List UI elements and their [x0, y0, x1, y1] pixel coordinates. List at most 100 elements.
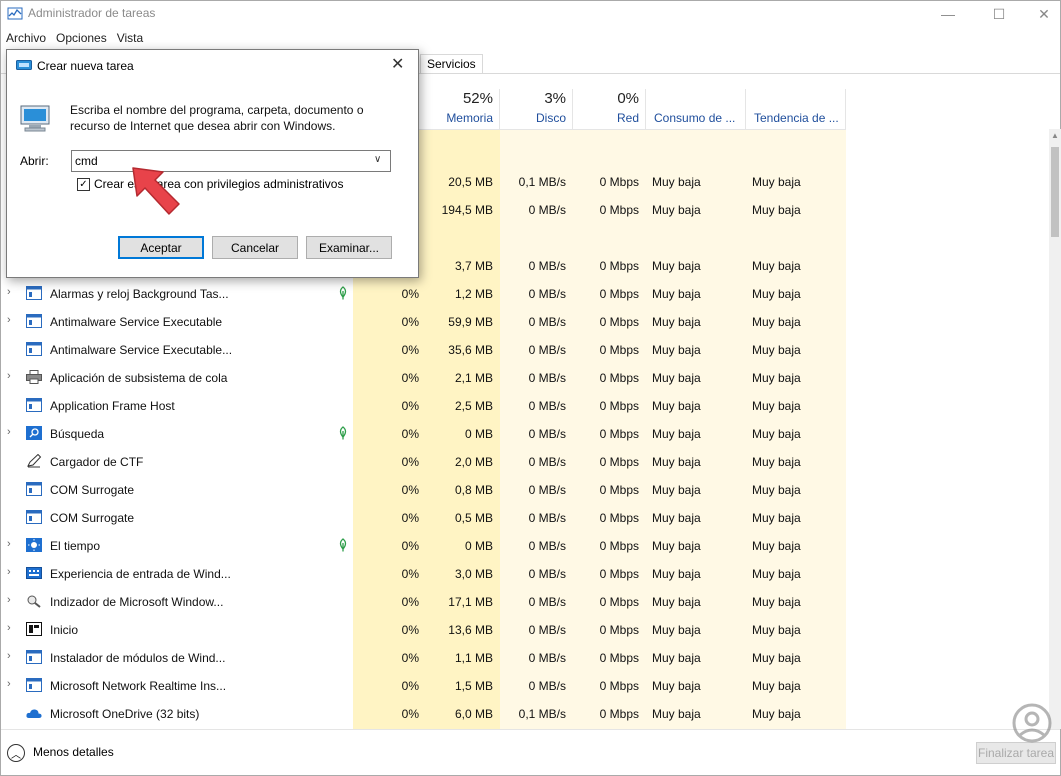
expand-chevron-icon[interactable]: › — [7, 678, 17, 692]
power-cell: Muy baja — [652, 427, 701, 441]
table-row[interactable]: › Instalador de módulos de Wind... 0% 1,1 M… — [1, 643, 846, 671]
network-cell: 0 Mbps — [599, 315, 639, 329]
cpu-cell: 0% — [401, 679, 419, 693]
process-name: El tiempo — [50, 539, 101, 553]
expand-chevron-icon[interactable]: › — [7, 286, 17, 300]
network-percent: 0% — [617, 90, 639, 107]
app-icon — [26, 650, 42, 664]
menu-archivo[interactable]: Archivo — [1, 29, 51, 49]
disk-cell: 0 MB/s — [528, 567, 566, 581]
table-row[interactable]: › El tiempo 0% 0 MB 0 MB/s 0 Mbps Muy baja Muy … — [1, 531, 846, 559]
expand-chevron-icon[interactable]: › — [7, 370, 17, 384]
table-row[interactable]: › Aplicación de subsistema de cola 0% 2,1 M… — [1, 363, 846, 391]
table-row[interactable]: › Alarmas y reloj Background Tas... 0% 1,2 … — [1, 279, 846, 307]
disk-column-header[interactable]: 3% Disco — [500, 89, 573, 129]
trend-cell: Muy baja — [752, 483, 801, 497]
chevron-up-icon[interactable]: ︿ — [7, 744, 25, 762]
expand-chevron-icon[interactable]: › — [7, 622, 17, 636]
network-cell: 0 Mbps — [599, 707, 639, 721]
cpu-cell: 0% — [401, 455, 419, 469]
printer-icon — [26, 370, 42, 384]
chevron-down-icon[interactable]: ∨ — [374, 154, 381, 165]
process-name: Experiencia de entrada de Wind... — [50, 567, 231, 581]
dialog-close-icon[interactable]: ✕ — [391, 54, 404, 74]
window-title: Administrador de tareas — [28, 6, 156, 20]
disk-cell: 0 MB/s — [528, 343, 566, 357]
power-cell: Muy baja — [652, 259, 701, 273]
scroll-thumb[interactable] — [1051, 147, 1059, 237]
cancel-button[interactable]: Cancelar — [212, 236, 298, 259]
expand-chevron-icon[interactable]: › — [7, 650, 17, 664]
table-row[interactable]: COM Surrogate 0% 0,8 MB 0 MB/s 0 Mbps Muy baj… — [1, 475, 846, 503]
memory-cell: 0 MB — [464, 427, 493, 441]
table-row[interactable]: › Búsqueda 0% 0 MB 0 MB/s 0 Mbps Muy baja Muy b… — [1, 419, 846, 447]
app-icon — [26, 342, 42, 356]
trend-column-header[interactable]: Tendencia de ... — [746, 89, 846, 129]
network-cell: 0 Mbps — [599, 539, 639, 553]
disk-cell: 0 MB/s — [528, 483, 566, 497]
app-icon — [26, 678, 42, 692]
memory-cell: 6,0 MB — [454, 707, 493, 721]
table-row[interactable]: › Inicio 0% 13,6 MB 0 MB/s 0 Mbps Muy baja Muy … — [1, 615, 846, 643]
minimize-button[interactable]: — — [925, 1, 971, 27]
memory-cell: 59,9 MB — [448, 315, 493, 329]
open-input[interactable] — [75, 153, 365, 169]
power-column-header[interactable]: Consumo de ... — [646, 89, 746, 129]
tab-servicios[interactable]: Servicios — [420, 54, 483, 74]
table-row[interactable]: › Indizador de Microsoft Window... 0% 17,1 … — [1, 587, 846, 615]
power-cell: Muy baja — [652, 371, 701, 385]
table-row[interactable]: › Microsoft Network Realtime Ins... 0% 1,5 … — [1, 671, 846, 699]
open-label: Abrir: — [20, 154, 49, 168]
trend-cell: Muy baja — [752, 567, 801, 581]
trend-cell: Muy baja — [752, 707, 801, 721]
expand-chevron-icon[interactable]: › — [7, 566, 17, 580]
pen-icon — [26, 453, 42, 468]
disk-cell: 0 MB/s — [528, 455, 566, 469]
network-cell: 0 Mbps — [599, 567, 639, 581]
menu-vista[interactable]: Vista — [112, 29, 148, 49]
network-column-header[interactable]: 0% Red — [573, 89, 646, 129]
network-cell: 0 Mbps — [599, 175, 639, 189]
table-row[interactable]: › Antimalware Service Executable 0% 59,9 MB… — [1, 307, 846, 335]
scroll-up-icon[interactable]: ▲ — [1051, 131, 1059, 140]
less-details-link[interactable]: Menos detalles — [33, 745, 114, 759]
disk-cell: 0 MB/s — [528, 539, 566, 553]
disk-cell: 0 MB/s — [528, 287, 566, 301]
expand-chevron-icon[interactable]: › — [7, 538, 17, 552]
expand-chevron-icon[interactable]: › — [7, 314, 17, 328]
browse-button[interactable]: Examinar... — [306, 236, 392, 259]
expand-chevron-icon[interactable]: › — [7, 594, 17, 608]
table-row[interactable]: Antimalware Service Executable... 0% 35,6 … — [1, 335, 846, 363]
maximize-button[interactable]: ☐ — [976, 1, 1022, 27]
disk-cell: 0 MB/s — [528, 399, 566, 413]
memory-column-header[interactable]: 52% Memoria — [427, 89, 500, 129]
admin-checkbox[interactable]: ✓ — [77, 178, 90, 191]
cpu-cell: 0% — [401, 343, 419, 357]
network-cell: 0 Mbps — [599, 595, 639, 609]
power-cell: Muy baja — [652, 483, 701, 497]
vertical-scrollbar[interactable]: ▲ — [1049, 129, 1061, 729]
trend-cell: Muy baja — [752, 595, 801, 609]
cpu-cell: 0% — [401, 567, 419, 581]
open-combobox[interactable]: ∨ — [71, 150, 391, 172]
table-row[interactable]: Application Frame Host 0% 2,5 MB 0 MB/s 0 Mb… — [1, 391, 846, 419]
table-row[interactable]: Microsoft OneDrive (32 bits) 0% 6,0 MB 0,1 … — [1, 699, 846, 727]
table-row[interactable]: COM Surrogate 0% 0,5 MB 0 MB/s 0 Mbps Muy baj… — [1, 503, 846, 531]
dialog-description: Escriba el nombre del programa, carpeta,… — [70, 103, 364, 133]
disk-cell: 0,1 MB/s — [518, 707, 566, 721]
disk-cell: 0 MB/s — [528, 259, 566, 273]
network-cell: 0 Mbps — [599, 455, 639, 469]
menu-opciones[interactable]: Opciones — [51, 29, 112, 49]
ok-button[interactable]: Aceptar — [118, 236, 204, 259]
app-icon — [26, 314, 42, 328]
network-cell: 0 Mbps — [599, 651, 639, 665]
disk-cell: 0 MB/s — [528, 679, 566, 693]
table-row[interactable]: Cargador de CTF 0% 2,0 MB 0 MB/s 0 Mbps Muy b… — [1, 447, 846, 475]
table-row[interactable]: › Experiencia de entrada de Wind... 0% 3,0 … — [1, 559, 846, 587]
expand-chevron-icon[interactable]: › — [7, 426, 17, 440]
cpu-cell: 0% — [401, 539, 419, 553]
disk-cell: 0 MB/s — [528, 651, 566, 665]
search-icon — [26, 426, 42, 440]
network-label: Red — [616, 111, 639, 125]
close-button[interactable]: ✕ — [1021, 1, 1061, 27]
